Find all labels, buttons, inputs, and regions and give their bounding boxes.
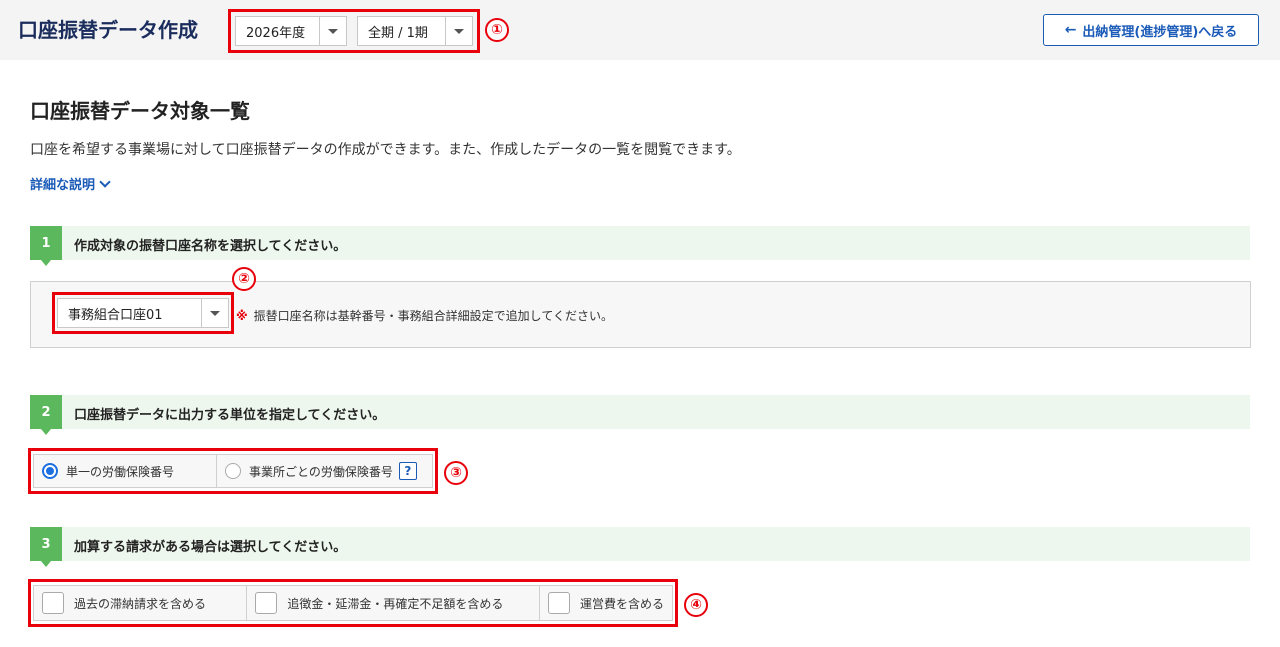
annotation-box-2 — [52, 292, 234, 334]
step-label: 加算する請求がある場合は選択してください。 — [74, 540, 347, 555]
annotation-number-3: ③ — [444, 461, 468, 485]
note-mark: ※ — [236, 308, 248, 323]
annotation-number-1: ① — [485, 18, 509, 42]
arrow-left-icon: ← — [1064, 22, 1077, 38]
chevron-down-icon — [99, 175, 111, 188]
step-number: 1 — [30, 226, 62, 266]
details-toggle-link[interactable]: 詳細な説明 — [30, 174, 111, 193]
annotation-number-4: ④ — [684, 593, 708, 617]
step-1-header: 1 作成対象の振替口座名称を選択してください。 — [30, 226, 1250, 266]
annotation-box-4 — [28, 579, 678, 627]
step-label: 作成対象の振替口座名称を選択してください。 — [74, 239, 347, 254]
step-2-header: 2 口座振替データに出力する単位を指定してください。 — [30, 395, 1250, 435]
back-button-label: 出納管理(進捗管理)へ戻る — [1082, 24, 1238, 40]
annotation-box-1 — [228, 9, 480, 53]
note-text: 振替口座名称は基幹番号・事務組合詳細設定で追加してください。 — [253, 309, 613, 323]
annotation-box-3 — [28, 448, 438, 494]
back-to-cash-management-button[interactable]: ← 出納管理(進捗管理)へ戻る — [1043, 14, 1259, 46]
step-3-header: 3 加算する請求がある場合は選択してください。 — [30, 527, 1250, 567]
annotation-number-2: ② — [232, 267, 256, 291]
step-label: 口座振替データに出力する単位を指定してください。 — [74, 408, 386, 423]
page-description: 口座を希望する事業場に対して口座振替データの作成ができます。また、作成したデータ… — [30, 142, 741, 158]
step-number: 3 — [30, 527, 62, 567]
page-title: 口座振替データ対象一覧 — [30, 99, 250, 123]
app-title: 口座振替データ作成 — [18, 18, 198, 42]
step-number: 2 — [30, 395, 62, 435]
details-link-label: 詳細な説明 — [30, 178, 96, 193]
account-note: ※ 振替口座名称は基幹番号・事務組合詳細設定で追加してください。 — [236, 307, 613, 324]
